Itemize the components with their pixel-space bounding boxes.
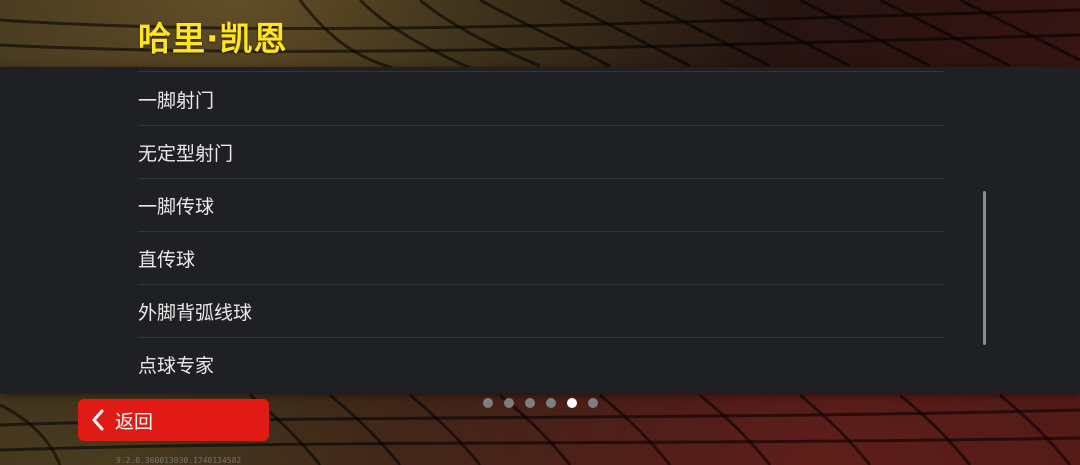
page-dot[interactable] — [504, 398, 514, 408]
skills-list: 一脚射门 无定型射门 一脚传球 直传球 外脚背弧线球 点球专家 — [138, 73, 944, 390]
list-item-skill[interactable]: 一脚传球 — [138, 179, 944, 232]
back-button[interactable]: 返回 — [78, 399, 269, 441]
skills-list-panel: 一脚射门 无定型射门 一脚传球 直传球 外脚背弧线球 点球专家 — [0, 67, 1080, 393]
list-item-skill[interactable]: 外脚背弧线球 — [138, 285, 944, 338]
page-dot[interactable] — [546, 398, 556, 408]
list-item-skill[interactable]: 点球专家 — [138, 338, 944, 390]
version-text: 9.2.0.360013030.1740134582 — [116, 456, 242, 465]
list-item-skill[interactable]: 无定型射门 — [138, 126, 944, 179]
page-dot[interactable] — [588, 398, 598, 408]
scrollbar[interactable] — [983, 191, 986, 345]
back-button-label: 返回 — [115, 410, 154, 433]
divider — [138, 71, 944, 72]
page-dot[interactable] — [483, 398, 493, 408]
page-dot-active[interactable] — [567, 398, 577, 408]
page-title: 哈里·凯恩 — [138, 19, 288, 58]
page-indicator — [483, 398, 598, 408]
page-dot[interactable] — [525, 398, 535, 408]
list-item-skill[interactable]: 直传球 — [138, 232, 944, 285]
chevron-left-icon — [91, 409, 105, 431]
list-item-skill[interactable]: 一脚射门 — [138, 73, 944, 126]
